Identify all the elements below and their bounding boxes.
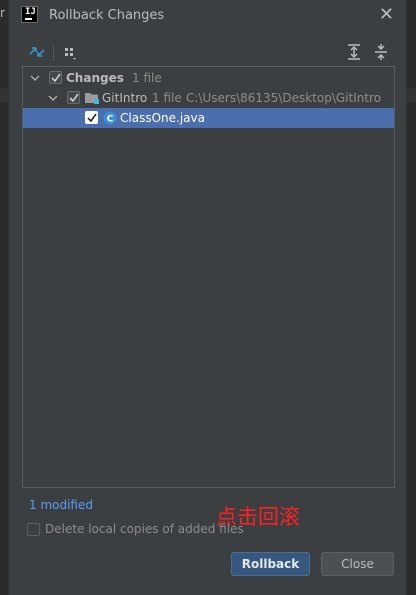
close-icon[interactable]: ✕ (379, 4, 394, 25)
app-icon-text: IJ (25, 7, 36, 17)
close-button[interactable]: Close (321, 552, 394, 576)
title-bar: IJ Rollback Changes ✕ (9, 0, 408, 32)
changes-label: Changes (66, 71, 124, 85)
rollback-dialog: IJ Rollback Changes ✕ Changes 1 file Git… (8, 0, 407, 595)
toolbar (9, 40, 408, 66)
expand-all-icon[interactable] (344, 42, 364, 62)
modified-summary-link[interactable]: 1 modified (29, 498, 93, 512)
dialog-title: Rollback Changes (49, 8, 165, 23)
tree-row-changes[interactable]: Changes 1 file (23, 68, 394, 88)
tree-row-classone[interactable]: C ClassOne.java (23, 108, 394, 128)
gitintro-label: GitIntro (102, 91, 148, 105)
background-band (407, 88, 416, 102)
classone-label: ClassOne.java (120, 111, 205, 125)
tree-row-gitintro[interactable]: GitIntro 1 file C:\Users\86135\Desktop\G… (23, 88, 394, 108)
background-band (0, 88, 8, 102)
java-class-icon: C (103, 111, 117, 125)
background-text: r (0, 6, 5, 20)
chevron-down-icon[interactable] (48, 93, 58, 103)
group-by-icon[interactable] (61, 42, 81, 62)
show-diff-icon[interactable] (27, 42, 47, 62)
chevron-down-icon[interactable] (30, 73, 40, 83)
changes-count: 1 file (132, 71, 162, 85)
classone-checkbox[interactable] (85, 111, 98, 124)
changes-tree[interactable]: Changes 1 file GitIntro 1 file C:\Users\… (22, 66, 395, 488)
folder-icon (85, 93, 99, 104)
svg-text:C: C (107, 115, 114, 125)
gitintro-path: C:\Users\86135\Desktop\GitIntro (186, 91, 382, 105)
annotation-text: 点击回滚 (216, 505, 300, 529)
gitintro-checkbox[interactable] (67, 91, 80, 104)
toolbar-separator (53, 45, 54, 61)
changes-checkbox[interactable] (49, 71, 62, 84)
intellij-app-icon: IJ (21, 6, 38, 23)
delete-local-copies-label: Delete local copies of added files (45, 522, 244, 536)
delete-local-copies-checkbox[interactable] (27, 523, 40, 536)
collapse-all-icon[interactable] (371, 42, 391, 62)
background-editor-left: r (0, 0, 8, 595)
background-editor-right (407, 0, 416, 595)
gitintro-count: 1 file (152, 91, 182, 105)
rollback-button[interactable]: Rollback (231, 552, 310, 576)
